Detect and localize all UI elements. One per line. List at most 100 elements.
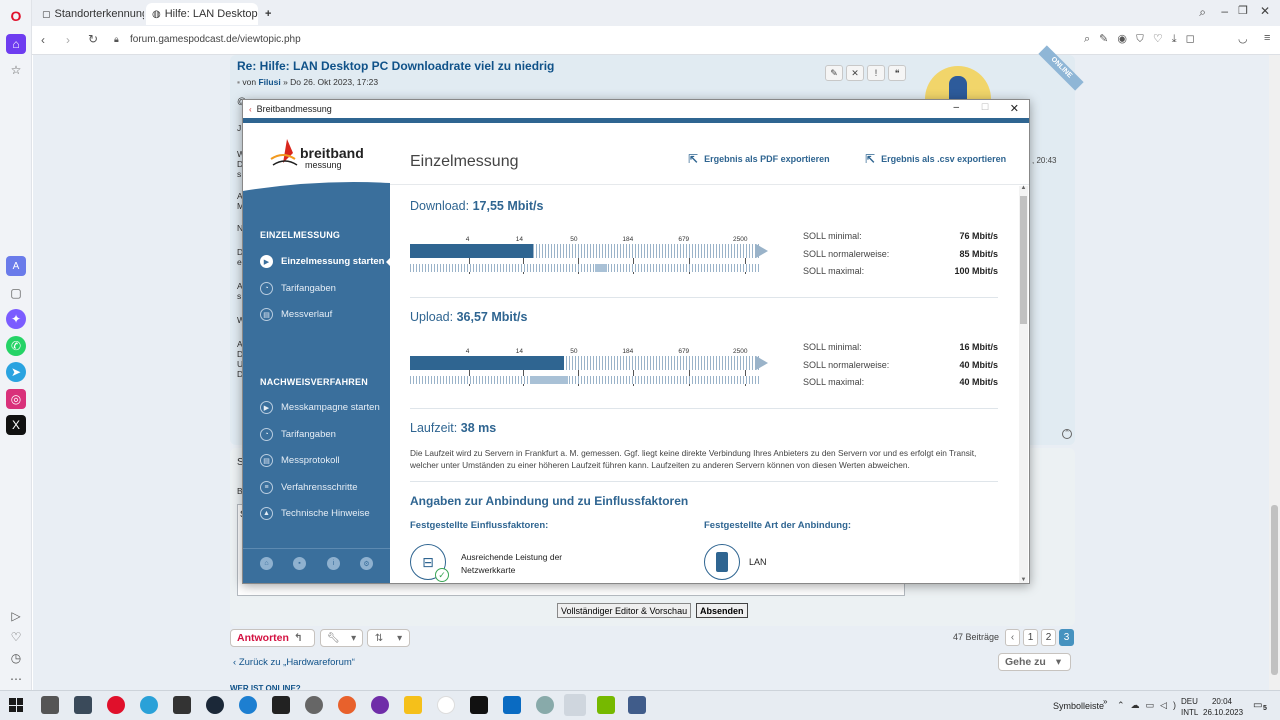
- chat-icon[interactable]: ▪: [293, 557, 306, 570]
- back-to-forum-link[interactable]: ‹ Zurück zu „Hardwareforum“: [233, 657, 355, 668]
- steam-icon[interactable]: [206, 696, 224, 714]
- full-editor-button[interactable]: Vollständiger Editor & Vorschau: [557, 603, 692, 618]
- scroll-top-icon[interactable]: ⌃: [1062, 429, 1072, 439]
- page-icon: ▢: [42, 8, 51, 19]
- account-icon[interactable]: ◡: [1238, 32, 1248, 45]
- post-title[interactable]: Re: Hilfe: LAN Desktop PC Downloadrate v…: [237, 59, 554, 73]
- minimize-icon[interactable]: –: [1221, 4, 1228, 18]
- info-icon[interactable]: i: [327, 557, 340, 570]
- minimize-icon[interactable]: –: [953, 102, 959, 113]
- maximize-icon[interactable]: ☐: [981, 102, 989, 113]
- connection-type-heading: Festgestellte Art der Anbindung:: [704, 520, 852, 531]
- upload-soll-values: 16 Mbit/s 40 Mbit/s 40 Mbit/s: [959, 342, 998, 387]
- window-titlebar[interactable]: ‹ Breitbandmessung – ☐ ✕: [243, 100, 1029, 118]
- app-icon[interactable]: [173, 696, 191, 714]
- app-icon[interactable]: [338, 696, 356, 714]
- netflix-icon[interactable]: [470, 696, 488, 714]
- nav-tarifangaben-1[interactable]: ◔ Tarifangaben: [260, 282, 336, 295]
- settings-icon[interactable]: ⚙: [360, 557, 373, 570]
- quote-icon[interactable]: ❝: [888, 65, 906, 81]
- clock-icon[interactable]: ◷: [6, 648, 26, 668]
- reply-button[interactable]: Antworten ↰: [230, 629, 315, 647]
- tools-dropdown[interactable]: 🔧︎ ▾: [320, 629, 363, 647]
- epic-games-icon[interactable]: [272, 696, 290, 714]
- prev-page-button[interactable]: ‹: [1005, 629, 1020, 646]
- page-3-current[interactable]: 3: [1059, 629, 1074, 646]
- app-icon[interactable]: [239, 696, 257, 714]
- export-pdf-link[interactable]: ⇱ Ergebnis als PDF exportieren: [688, 152, 830, 166]
- reload-icon[interactable]: ↻: [88, 32, 98, 46]
- post-author-link[interactable]: Filusi: [258, 77, 280, 87]
- goto-button[interactable]: Gehe zu ▾: [998, 653, 1071, 671]
- app-icon[interactable]: [536, 696, 554, 714]
- clock[interactable]: 20:04 26.10.2023: [1203, 696, 1243, 718]
- report-icon[interactable]: !: [867, 65, 885, 81]
- bag-icon[interactable]: ▢: [6, 283, 26, 303]
- more-icon[interactable]: ⋯: [6, 669, 26, 689]
- aria-icon[interactable]: A: [6, 256, 26, 276]
- toolbar-chevron-icon[interactable]: »: [1103, 697, 1107, 706]
- nav-messverlauf[interactable]: ▤ Messverlauf: [260, 308, 332, 321]
- nav-messkampagne-starten[interactable]: ▶ Messkampagne starten: [260, 401, 380, 414]
- forward-icon[interactable]: ›: [66, 33, 70, 47]
- x-icon[interactable]: X: [6, 415, 26, 435]
- app-icon[interactable]: [371, 696, 389, 714]
- home-icon[interactable]: ⌂: [6, 34, 26, 54]
- calculator-icon[interactable]: [74, 696, 92, 714]
- toolbar-label[interactable]: Symbolleiste: [1053, 701, 1104, 711]
- notification-icon[interactable]: ▭: [1253, 700, 1262, 711]
- player-icon[interactable]: ▷: [6, 606, 26, 626]
- submit-button[interactable]: Absenden: [696, 603, 748, 618]
- delete-icon[interactable]: ✕: [846, 65, 864, 81]
- messenger-icon[interactable]: ✦: [6, 309, 26, 329]
- system-tray-icons[interactable]: ⌃☁▭◁): [1117, 700, 1182, 711]
- nav-tarifangaben-2[interactable]: ◔ Tarifangaben: [260, 428, 336, 441]
- search-icon[interactable]: ⌕: [1199, 5, 1206, 20]
- rockstar-icon[interactable]: [404, 696, 422, 714]
- panel-scrollbar[interactable]: ▲ ▼: [1019, 185, 1028, 583]
- opera-icon[interactable]: [107, 696, 125, 714]
- url-field[interactable]: forum.gamespodcast.de/viewtopic.php: [130, 34, 301, 45]
- chevron-down-icon: ▾: [397, 632, 403, 644]
- app-icon[interactable]: [503, 696, 521, 714]
- address-toolbar-icons[interactable]: ⌕✎◉⛉♡⤓◻: [1084, 32, 1204, 46]
- tab-hilfe[interactable]: ◍ Hilfe: LAN Desktop PC Do ✕: [146, 3, 258, 25]
- breitbandmessung-taskbar-icon[interactable]: [564, 694, 586, 716]
- download-tick-label: 679: [678, 236, 690, 243]
- close-window-icon[interactable]: ✕: [1260, 4, 1270, 18]
- opera-logo-icon[interactable]: O: [6, 6, 26, 26]
- windows-start-icon[interactable]: [9, 698, 23, 712]
- page-scrollbar[interactable]: [1269, 55, 1280, 690]
- side-time: , 20:43: [1032, 156, 1057, 165]
- tab-standorterkennung[interactable]: ▢ Standorterkennung | Breit: [36, 3, 144, 25]
- close-icon[interactable]: ✕: [1010, 102, 1019, 115]
- nav-technische-hinweise[interactable]: ▲ Technische Hinweise: [260, 507, 370, 520]
- menu-icon[interactable]: ≡: [1264, 32, 1270, 44]
- export-csv-link[interactable]: ⇱ Ergebnis als .csv exportieren: [865, 152, 1006, 166]
- language-indicator[interactable]: DEU INTL: [1181, 696, 1198, 718]
- home-icon[interactable]: ⌂: [260, 557, 273, 570]
- instagram-icon[interactable]: ◎: [6, 389, 26, 409]
- star-icon[interactable]: ☆: [6, 60, 26, 80]
- taskview-icon[interactable]: [41, 696, 59, 714]
- page-1-link[interactable]: 1: [1023, 629, 1038, 646]
- edit-icon[interactable]: ✎: [825, 65, 843, 81]
- sort-dropdown[interactable]: ⇅ ▾: [367, 629, 410, 647]
- back-icon[interactable]: ‹: [41, 33, 45, 47]
- edge-icon[interactable]: [140, 696, 158, 714]
- nav-einzelmessung-starten[interactable]: ▶ Einzelmessung starten: [260, 255, 384, 268]
- download-tick-label: 184: [622, 236, 634, 243]
- heart-icon[interactable]: ♡: [6, 627, 26, 647]
- new-tab-button[interactable]: +: [262, 3, 278, 25]
- telegram-icon[interactable]: ➤: [6, 362, 26, 382]
- whatsapp-icon[interactable]: ✆: [6, 336, 26, 356]
- nvidia-icon[interactable]: [597, 696, 615, 714]
- reply-arrow-icon: ↰: [293, 632, 303, 644]
- itunes-icon[interactable]: [437, 696, 455, 714]
- app-icon[interactable]: [628, 696, 646, 714]
- restore-icon[interactable]: ❐: [1238, 4, 1248, 17]
- page-2-link[interactable]: 2: [1041, 629, 1056, 646]
- app-icon[interactable]: [305, 696, 323, 714]
- nav-messprotokoll[interactable]: ▤ Messprotokoll: [260, 454, 340, 467]
- nav-verfahrensschritte[interactable]: ≡ Verfahrensschritte: [260, 481, 358, 494]
